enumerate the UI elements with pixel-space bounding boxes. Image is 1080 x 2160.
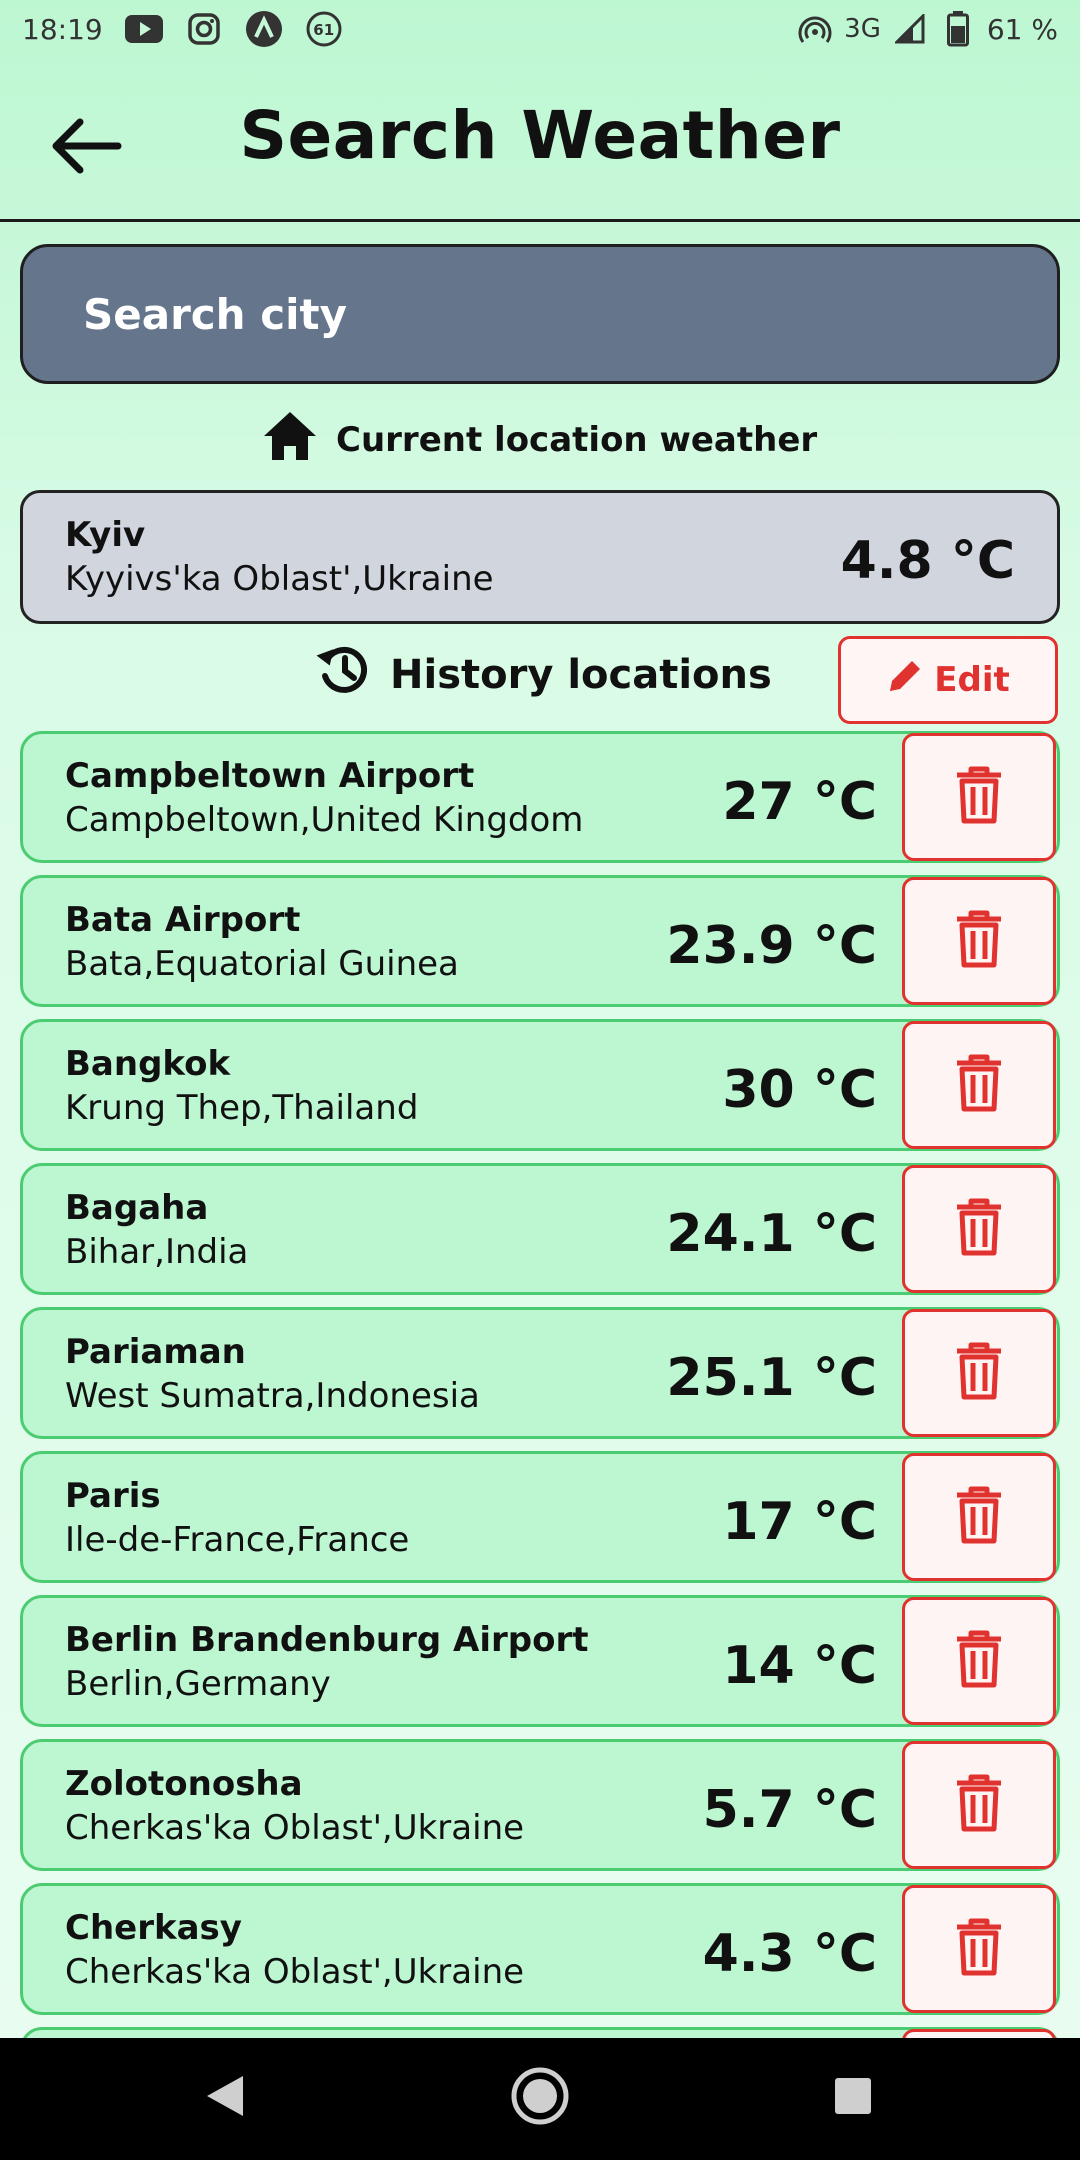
app-icon [245,10,283,48]
trash-icon [953,1341,1005,1406]
location-name: Bata Airport [65,900,301,940]
location-region: Krung Thep,Thailand [65,1088,419,1128]
navigation-bar [0,2038,1080,2160]
delete-button[interactable] [902,1597,1056,1725]
location-region: Berlin,Germany [65,1664,331,1704]
app-bar: Search Weather [0,62,1080,222]
history-heading: History locations [316,640,772,710]
location-temperature: 4.3 °C [702,1924,877,1984]
instagram-icon [185,10,223,48]
location-name: Bagaha [65,1188,209,1228]
delete-button[interactable] [902,733,1056,861]
battery-level: 61 % [986,12,1058,46]
location-temperature: 25.1 °C [666,1348,877,1408]
nav-home-button[interactable] [490,2058,590,2138]
location-name: Pariaman [65,1332,246,1372]
location-name: Kyiv [65,515,146,555]
delete-button[interactable] [902,2029,1056,2038]
location-region: Bata,Equatorial Guinea [65,944,459,984]
location-temperature: 27 °C [722,772,877,832]
delete-button[interactable] [902,1885,1056,2013]
trash-icon [953,1197,1005,1262]
network-type: 3G [844,14,881,44]
youtube-icon [124,10,163,48]
current-location-label: Current location weather [336,420,818,460]
location-name: Berlin Brandenburg Airport [65,1620,589,1660]
delete-button[interactable] [902,1165,1056,1293]
page-title: Search Weather [239,97,841,174]
battery-icon [939,10,977,48]
search-input[interactable] [83,289,1057,339]
circle-home-icon [510,2066,570,2131]
delete-button[interactable] [902,1021,1056,1149]
history-label: History locations [390,652,772,698]
location-region: Cherkas'ka Oblast',Ukraine [65,1952,525,1992]
nav-back-button[interactable] [175,2058,275,2138]
location-temperature: 5.7 °C [702,1780,877,1840]
status-time: 18:19 [22,12,103,46]
pencil-icon [886,657,924,704]
history-item: Pariaman West Sumatra,Indonesia 25.1 °C [20,1307,1060,1439]
history-item [20,2027,1060,2038]
location-name: Campbeltown Airport [65,756,475,796]
current-location-card[interactable]: Kyiv Kyyivs'ka Oblast',Ukraine 4.8 °C [20,490,1060,624]
delete-button[interactable] [902,1741,1056,1869]
location-region: Cherkas'ka Oblast',Ukraine [65,1808,525,1848]
signal-icon [891,10,929,48]
trash-icon [953,1629,1005,1694]
location-name: Paris [65,1476,161,1516]
location-temperature: 24.1 °C [666,1204,877,1264]
current-location-heading: Current location weather [262,410,817,470]
history-list: Campbeltown Airport Campbeltown,United K… [0,728,1080,2038]
delete-button[interactable] [902,1309,1056,1437]
hotspot-icon [796,10,834,48]
trash-icon [953,1773,1005,1838]
location-name: Cherkasy [65,1908,242,1948]
triangle-back-icon [205,2074,245,2123]
history-item: Bagaha Bihar,India 24.1 °C [20,1163,1060,1295]
history-item: Berlin Brandenburg Airport Berlin,German… [20,1595,1060,1727]
location-region: Ile-de-France,France [65,1520,410,1560]
edit-button[interactable]: Edit [838,636,1058,724]
location-region: Kyyivs'ka Oblast',Ukraine [65,559,494,599]
trash-icon [953,909,1005,974]
home-icon [262,410,318,471]
history-item: Paris Ile-de-France,France 17 °C [20,1451,1060,1583]
trash-icon [953,765,1005,830]
trash-icon [953,1917,1005,1982]
location-temperature: 30 °C [722,1060,877,1120]
history-item: Zolotonosha Cherkas'ka Oblast',Ukraine 5… [20,1739,1060,1871]
notification-count: 61 [313,20,335,39]
history-item: Campbeltown Airport Campbeltown,United K… [20,731,1060,863]
location-temperature: 17 °C [722,1492,877,1552]
search-box[interactable] [20,244,1060,384]
history-item: Bata Airport Bata,Equatorial Guinea 23.9… [20,875,1060,1007]
square-recents-icon [833,2076,873,2121]
location-temperature: 4.8 °C [840,531,1015,591]
badge-icon: 61 [305,10,343,48]
location-region: Campbeltown,United Kingdom [65,800,584,840]
location-temperature: 23.9 °C [666,916,877,976]
trash-icon [953,1053,1005,1118]
status-bar: 18:19 61 3G 61 % [0,0,1080,62]
location-region: Bihar,India [65,1232,249,1272]
location-name: Zolotonosha [65,1764,303,1804]
delete-button[interactable] [902,1453,1056,1581]
history-item: Bangkok Krung Thep,Thailand 30 °C [20,1019,1060,1151]
location-temperature: 14 °C [722,1636,877,1696]
edit-label: Edit [934,660,1010,700]
location-name: Bangkok [65,1044,231,1084]
location-region: West Sumatra,Indonesia [65,1376,480,1416]
history-icon [316,642,372,708]
nav-recents-button[interactable] [803,2058,903,2138]
history-item: Cherkasy Cherkas'ka Oblast',Ukraine 4.3 … [20,1883,1060,2015]
delete-button[interactable] [902,877,1056,1005]
trash-icon [953,1485,1005,1550]
